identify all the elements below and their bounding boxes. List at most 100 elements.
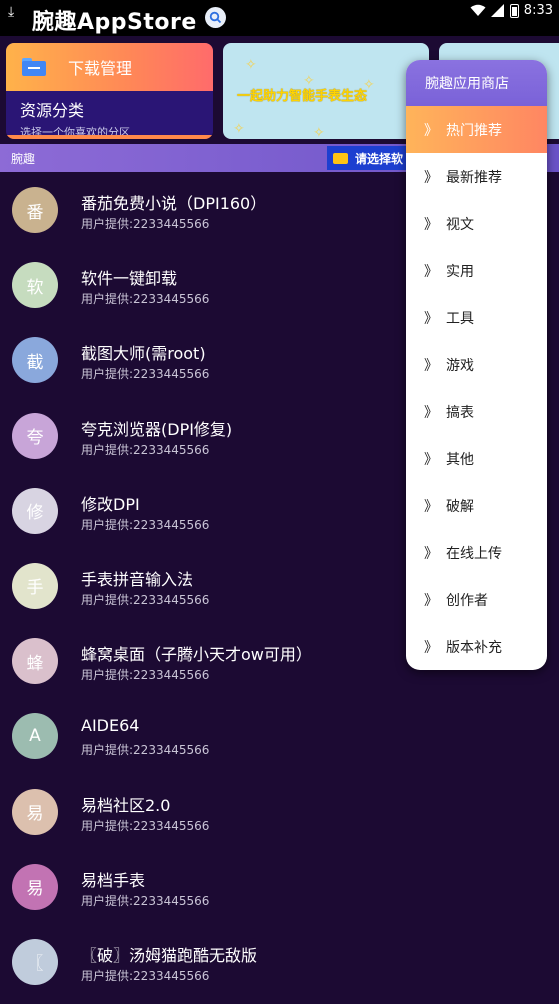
app-provider: 用户提供:2233445566 xyxy=(81,517,210,532)
wifi-icon xyxy=(470,4,486,16)
chevron-right-icon: 》 xyxy=(424,451,438,468)
app-list-item[interactable]: A AIDE64 用户提供:2233445566 xyxy=(0,698,559,773)
banner-slogan: 一起助力智能手表生态 xyxy=(237,89,368,104)
app-name: 手表拼音输入法 xyxy=(81,569,194,589)
app-name: 修改DPI xyxy=(81,494,140,514)
app-avatar: 易 xyxy=(12,863,58,910)
download-manager-card[interactable]: 下载管理 资源分类 选择一个你喜欢的分区 xyxy=(6,43,213,139)
bulb-icon: ✧ xyxy=(245,57,257,73)
app-name: 番茄免费小说（DPI160） xyxy=(81,194,267,213)
app-provider: 用户提供:2233445566 xyxy=(81,893,210,908)
app-name: 夸克浏览器(DPI修复) xyxy=(81,419,233,439)
chevron-right-icon: 》 xyxy=(424,216,438,233)
bulb-icon: ✧ xyxy=(233,121,245,137)
menu-item[interactable]: 》其他 xyxy=(406,435,547,482)
app-avatar: 修 xyxy=(12,487,58,534)
chevron-right-icon: 》 xyxy=(424,639,438,656)
menu-item-label: 其他 xyxy=(446,451,474,468)
menu-items: 》热门推荐》最新推荐》视文》实用》工具》游戏》搞表》其他》破解》在线上传》创作者… xyxy=(406,106,547,670)
chevron-right-icon: 》 xyxy=(424,545,438,562)
search-icon xyxy=(209,11,222,24)
app-name: AIDE64 xyxy=(81,716,140,736)
status-bar: ⤓ 腕趣AppStore 8:33 xyxy=(0,0,559,36)
menu-item-label: 热门推荐 xyxy=(446,122,502,139)
download-manager-header[interactable]: 下载管理 xyxy=(6,43,213,91)
menu-title: 腕趣应用商店 xyxy=(406,60,547,106)
app-provider: 用户提供:2233445566 xyxy=(81,442,210,457)
menu-item[interactable]: 》热门推荐 xyxy=(406,106,547,153)
breadcrumb-label: 腕趣 xyxy=(11,152,36,166)
menu-item-label: 工具 xyxy=(446,310,474,327)
app-list-item[interactable]: 易 易档手表 用户提供:2233445566 xyxy=(0,849,559,924)
app-avatar: 夸 xyxy=(12,412,58,459)
banner-card[interactable]: ✧ ✧ ✧ ✧ ✧ 一起助力智能手表生态 xyxy=(223,43,429,139)
menu-item[interactable]: 》在线上传 xyxy=(406,529,547,576)
app-name: 软件一键卸载 xyxy=(81,269,178,289)
menu-item[interactable]: 》创作者 xyxy=(406,576,547,623)
menu-item[interactable]: 》破解 xyxy=(406,482,547,529)
chevron-right-icon: 》 xyxy=(424,169,438,186)
app-avatar: A xyxy=(12,713,58,760)
menu-item[interactable]: 》实用 xyxy=(406,247,547,294)
category-picker-button[interactable]: 请选择软 xyxy=(327,146,417,170)
menu-item[interactable]: 》搞表 xyxy=(406,388,547,435)
category-menu: 腕趣应用商店 》热门推荐》最新推荐》视文》实用》工具》游戏》搞表》其他》破解》在… xyxy=(406,60,547,670)
app-provider: 用户提供:2233445566 xyxy=(81,818,210,833)
menu-item-label: 创作者 xyxy=(446,592,488,609)
app-provider: 用户提供:2233445566 xyxy=(81,592,210,607)
menu-item-label: 游戏 xyxy=(446,357,474,374)
chevron-right-icon: 》 xyxy=(424,263,438,280)
chevron-right-icon: 》 xyxy=(424,592,438,609)
menu-item-label: 版本补充 xyxy=(446,639,502,656)
menu-item-label: 在线上传 xyxy=(446,545,502,562)
app-provider: 用户提供:2233445566 xyxy=(81,367,210,382)
app-name: 蜂窝桌面（子腾小天才ow可用） xyxy=(81,645,312,665)
app-name: 截图大师(需root) xyxy=(81,344,206,364)
menu-item-label: 搞表 xyxy=(446,404,474,421)
app-avatar: 蜂 xyxy=(12,638,58,685)
cell-signal-icon xyxy=(490,4,504,17)
app-provider: 用户提供:2233445566 xyxy=(81,217,210,231)
app-name: 〖破〗汤姆猫跑酷无敌版 xyxy=(81,945,258,965)
chevron-right-icon: 》 xyxy=(424,498,438,515)
app-avatar: 截 xyxy=(12,337,58,384)
menu-item[interactable]: 》视文 xyxy=(406,200,547,247)
app-provider: 用户提供:2233445566 xyxy=(81,968,210,983)
menu-item-label: 破解 xyxy=(446,498,474,515)
search-button[interactable] xyxy=(205,7,226,28)
menu-item[interactable]: 》版本补充 xyxy=(406,623,547,670)
folder-icon xyxy=(22,58,46,76)
app-avatar: 手 xyxy=(12,562,58,609)
chevron-right-icon: 》 xyxy=(424,357,438,374)
app-provider: 用户提供:2233445566 xyxy=(81,743,210,758)
chevron-right-icon: 》 xyxy=(424,404,438,421)
app-title: 腕趣AppStore xyxy=(32,10,197,35)
menu-item-label: 实用 xyxy=(446,263,474,280)
folder-icon xyxy=(333,152,348,164)
card-accent-bar xyxy=(6,135,213,139)
menu-item[interactable]: 》工具 xyxy=(406,294,547,341)
resource-category-title: 资源分类 xyxy=(20,101,85,120)
app-avatar: 番 xyxy=(12,187,58,233)
app-provider: 用户提供:2233445566 xyxy=(81,668,210,683)
app-avatar: 软 xyxy=(12,262,58,309)
app-avatar: 易 xyxy=(12,788,58,835)
download-icon: ⤓ xyxy=(8,4,15,20)
clock: 8:33 xyxy=(523,3,553,18)
menu-item-label: 视文 xyxy=(446,216,474,233)
download-manager-title: 下载管理 xyxy=(68,59,133,78)
menu-item[interactable]: 》游戏 xyxy=(406,341,547,388)
menu-item-label: 最新推荐 xyxy=(446,169,502,186)
chevron-right-icon: 》 xyxy=(424,310,438,327)
menu-item[interactable]: 》最新推荐 xyxy=(406,153,547,200)
app-provider: 用户提供:2233445566 xyxy=(81,292,210,307)
category-picker-label: 请选择软 xyxy=(355,151,404,166)
app-list-item[interactable]: 易 易档社区2.0 用户提供:2233445566 xyxy=(0,774,559,849)
app-avatar: 〖 xyxy=(12,938,58,985)
chevron-right-icon: 》 xyxy=(424,122,438,139)
app-list-item[interactable]: 〖 〖破〗汤姆猫跑酷无敌版用户提供:2233445566 xyxy=(0,924,559,999)
resource-category[interactable]: 资源分类 选择一个你喜欢的分区 xyxy=(6,91,213,139)
app-name: 易档社区2.0 xyxy=(81,795,171,815)
bulb-icon: ✧ xyxy=(313,125,325,139)
battery-icon xyxy=(509,3,519,18)
